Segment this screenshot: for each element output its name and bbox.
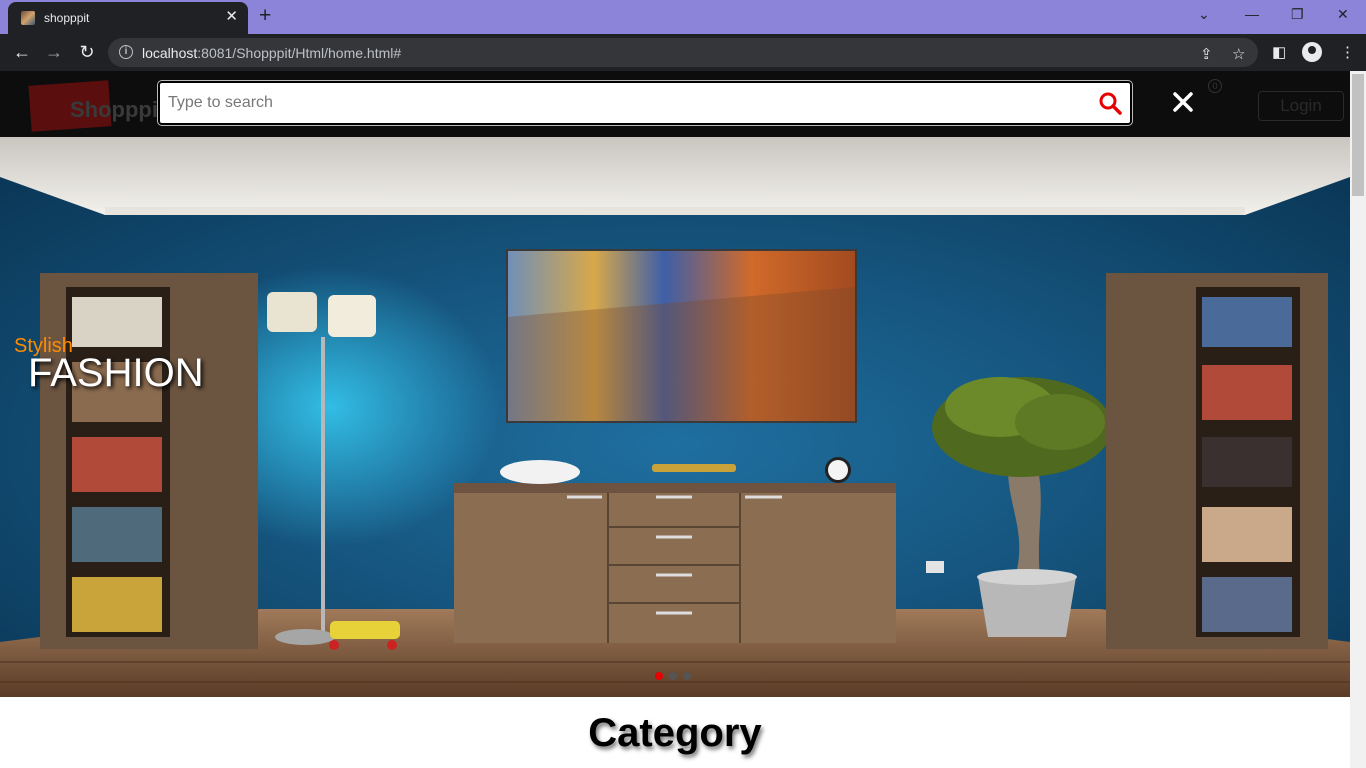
hero-image — [0, 137, 1350, 697]
url-text[interactable]: localhost:8081/Shopppit/Html/home.html# — [142, 45, 401, 61]
profile-icon[interactable] — [1302, 42, 1322, 62]
share-icon[interactable]: ⇪ — [1200, 45, 1213, 63]
site-navbar: Shopppit 0 Login — [0, 71, 1350, 137]
browser-tabbar: shopppit ✕ + ⌄ — ❐ ✕ — [0, 0, 1366, 34]
close-tab-icon[interactable]: ✕ — [225, 9, 238, 24]
close-icon[interactable] — [1172, 91, 1194, 113]
browser-tab[interactable]: shopppit ✕ — [8, 2, 248, 34]
menu-icon[interactable]: ⋮ — [1340, 43, 1355, 61]
scrollbar-thumb[interactable] — [1352, 74, 1364, 196]
section-title: Category — [588, 711, 762, 755]
search-box — [157, 80, 1133, 126]
info-icon[interactable]: i — [119, 45, 133, 59]
sidepanel-icon[interactable]: ◧ — [1272, 43, 1286, 61]
carousel-dot[interactable] — [683, 672, 691, 680]
search-icon[interactable] — [1098, 91, 1122, 115]
new-tab-icon[interactable]: + — [259, 5, 271, 27]
star-icon[interactable]: ☆ — [1232, 45, 1245, 63]
cart-count-badge: 0 — [1208, 79, 1222, 93]
search-input[interactable] — [168, 91, 1088, 115]
close-window-icon[interactable]: ✕ — [1337, 6, 1349, 23]
address-bar[interactable]: i localhost:8081/Shopppit/Html/home.html… — [108, 38, 1258, 67]
page-scrollbar[interactable] — [1350, 71, 1366, 768]
carousel-indicators — [655, 667, 697, 680]
restore-icon[interactable]: ❐ — [1291, 6, 1304, 23]
page-viewport: Shopppit 0 Login Type to search Stylish … — [0, 71, 1350, 768]
site-logo[interactable]: Shopppit — [28, 80, 165, 132]
tab-title: shopppit — [44, 11, 90, 25]
reload-icon[interactable]: ↻ — [75, 41, 99, 65]
back-icon[interactable]: ← — [10, 41, 34, 65]
browser-toolbar: ← → ↻ i localhost:8081/Shopppit/Html/hom… — [0, 34, 1366, 71]
hero-caption-big: FASHION — [28, 351, 204, 395]
hero-carousel[interactable]: Stylish FASHION — [0, 137, 1350, 697]
carousel-dot[interactable] — [655, 672, 663, 680]
carousel-dot[interactable] — [669, 672, 677, 680]
minimize-icon[interactable]: — — [1245, 6, 1259, 22]
favicon-icon — [21, 11, 35, 25]
login-button[interactable]: Login — [1258, 91, 1344, 121]
forward-icon[interactable]: → — [42, 41, 66, 65]
chevron-down-icon[interactable]: ⌄ — [1198, 6, 1210, 23]
